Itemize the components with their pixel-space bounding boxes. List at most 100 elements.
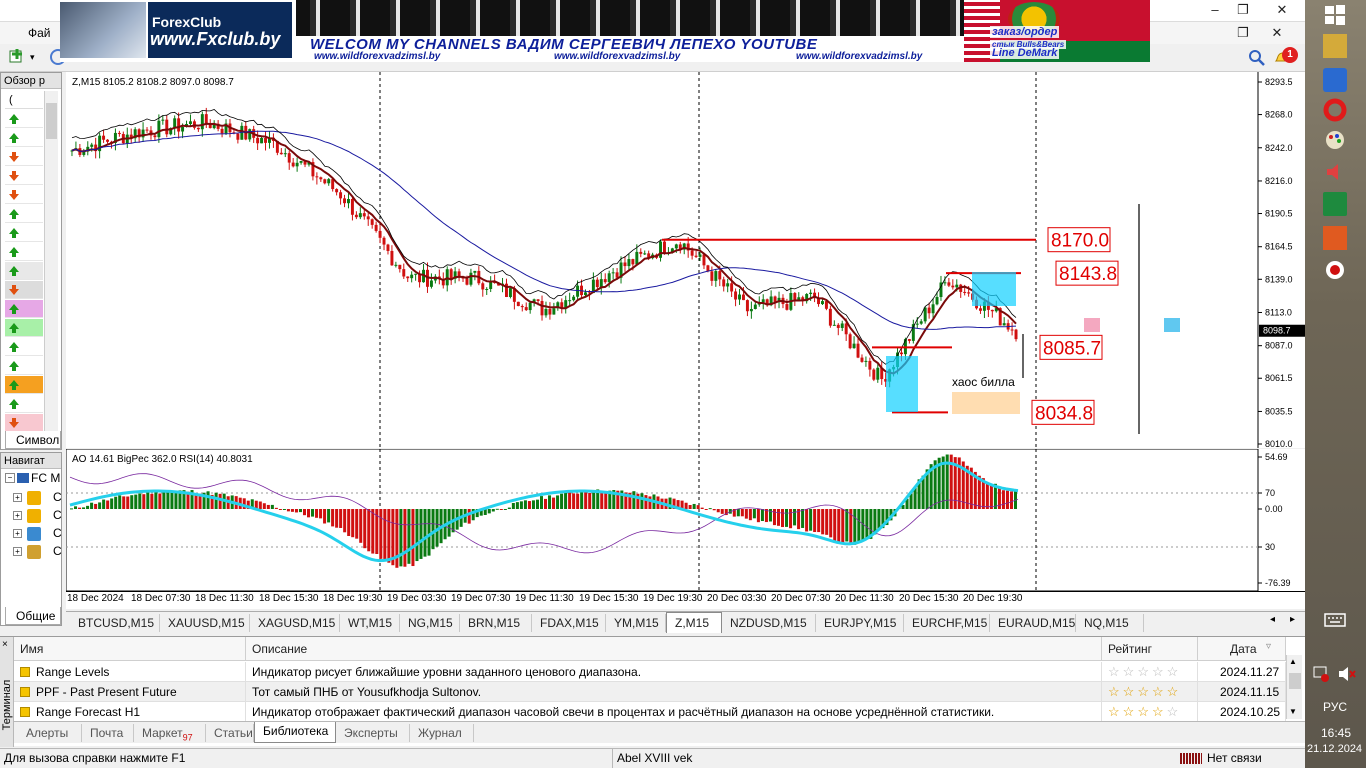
col-desc-header[interactable]: Описание (246, 637, 1102, 661)
terminal-tab[interactable]: Журнал (410, 724, 474, 742)
col-date-header[interactable]: Дата (1198, 637, 1286, 661)
navigator-item[interactable]: С (53, 526, 62, 540)
market-watch-row[interactable] (5, 148, 43, 166)
keyboard-icon[interactable] (1323, 608, 1347, 632)
scroll-up-icon[interactable]: ▲ (1289, 657, 1297, 666)
symbol-tab[interactable]: EURJPY,M15 (816, 614, 904, 632)
market-watch-row[interactable] (5, 243, 43, 261)
market-watch-row[interactable] (5, 110, 43, 128)
col-rating-header[interactable]: Рейтинг (1102, 637, 1198, 661)
symbol-tab[interactable]: YM,M15 (606, 614, 666, 632)
rating-stars[interactable]: ☆☆☆☆☆ (1102, 662, 1198, 682)
symbol-tab[interactable]: WT,M15 (340, 614, 400, 632)
main-price-chart[interactable]: 8293.5 8268.0 8242.0 8216.0 8190.5 8164.5 8139… (66, 72, 1305, 448)
market-watch-col-header[interactable]: ( (5, 91, 43, 109)
terminal-close-icon[interactable]: × (2, 639, 8, 650)
rating-stars[interactable]: ☆☆☆☆☆ (1102, 682, 1198, 702)
minimize-button[interactable]: – (1200, 0, 1230, 20)
market-watch-row[interactable] (5, 281, 43, 299)
clock-time[interactable]: 16:45 (1321, 726, 1351, 740)
library-row[interactable]: Range Levels Индикатор рисует ближайшие у… (14, 662, 1286, 682)
terminal-tab[interactable]: Библиотека (254, 722, 336, 743)
symbol-tab[interactable]: Z,M15 (666, 612, 722, 633)
symbol-tab[interactable]: FDAX,M15 (532, 614, 606, 632)
symbol-tab[interactable]: NZDUSD,M15 (722, 614, 816, 632)
tab-scroll-left-icon[interactable]: ◂ (1270, 614, 1275, 625)
market-watch-row[interactable] (5, 300, 43, 318)
library-item-name[interactable]: Range Levels (30, 662, 246, 682)
general-tab[interactable]: Общие (5, 607, 61, 625)
symbol-tab[interactable]: NG,M15 (400, 614, 460, 632)
child-restore-button[interactable]: ❐ (1228, 23, 1258, 43)
market-watch-row[interactable] (5, 262, 43, 280)
terminal-scrollbar[interactable]: ▲ ▼ (1286, 655, 1302, 719)
library-item-name[interactable]: PPF - Past Present Future (30, 682, 246, 702)
market-watch-row[interactable] (5, 319, 43, 337)
tree-expand-icon[interactable]: + (13, 547, 22, 556)
terminal-tab[interactable]: Маркет97 (134, 724, 206, 742)
symbol-tab[interactable]: XAUUSD,M15 (160, 614, 250, 632)
mt4-taskbar-icon[interactable] (1323, 226, 1347, 250)
market-watch-scrollbar[interactable] (44, 91, 58, 431)
symbol-tab[interactable]: BTCUSD,M15 (70, 614, 160, 632)
search-icon[interactable] (1248, 49, 1266, 67)
tree-expand-icon[interactable]: + (13, 529, 22, 538)
dropdown-arrow-icon[interactable]: ▾ (30, 52, 35, 63)
menu-file[interactable]: Фай (28, 26, 51, 40)
market-watch-row[interactable] (5, 186, 43, 204)
symbol-tab[interactable]: NQ,M15 (1076, 614, 1144, 632)
symbol-tab[interactable]: EURAUD,M15 (990, 614, 1076, 632)
record-icon[interactable] (1323, 258, 1347, 282)
symbols-tab[interactable]: Символ (5, 431, 61, 449)
terminal-tab[interactable]: Эксперты (336, 724, 410, 742)
navigator-item[interactable]: С (53, 544, 62, 558)
paint-icon[interactable] (1323, 128, 1347, 152)
navigator-root[interactable]: FC M (31, 471, 60, 485)
navigator-item[interactable]: С (53, 490, 62, 504)
library-item-name[interactable]: Range Forecast H1 (30, 702, 246, 722)
market-watch-row[interactable] (5, 167, 43, 185)
windows-start-icon[interactable] (1323, 4, 1347, 28)
volume-muted-icon[interactable] (1337, 664, 1357, 688)
scroll-thumb[interactable] (1289, 673, 1301, 689)
tab-scroll-right-icon[interactable]: ▸ (1290, 614, 1295, 625)
speaker-icon[interactable] (1323, 160, 1347, 184)
market-watch-row[interactable] (5, 395, 43, 413)
col-name-header[interactable]: Имя (14, 637, 246, 661)
restore-button[interactable]: ❐ (1228, 0, 1258, 20)
scroll-thumb[interactable] (46, 103, 57, 139)
ad-banner[interactable]: ForexClub www.Fxclub.by WELCOM MY CHANNE… (60, 0, 1150, 62)
tree-expand-icon[interactable]: + (13, 493, 22, 502)
rating-stars[interactable]: ☆☆☆☆☆ (1102, 702, 1198, 722)
symbol-tab[interactable]: XAGUSD,M15 (250, 614, 340, 632)
symbol-tab[interactable]: EURCHF,M15 (904, 614, 990, 632)
outlook-icon[interactable] (1323, 68, 1347, 92)
file-explorer-icon[interactable] (1323, 34, 1347, 58)
market-watch-row[interactable] (5, 414, 43, 432)
library-row[interactable]: Range Forecast H1 Индикатор отображает фа… (14, 702, 1286, 722)
child-close-button[interactable]: ✕ (1262, 23, 1292, 43)
market-watch-row[interactable] (5, 129, 43, 147)
market-watch-row[interactable] (5, 205, 43, 223)
network-offline-icon[interactable] (1311, 664, 1331, 688)
market-watch-row[interactable] (5, 224, 43, 242)
sort-icon[interactable]: ▿ (1266, 641, 1271, 652)
market-watch-row[interactable] (5, 357, 43, 375)
clock-date[interactable]: 21.12.2024 (1307, 743, 1362, 755)
language-indicator[interactable]: РУС (1323, 700, 1347, 714)
terminal-tab[interactable]: Алерты (18, 724, 82, 742)
library-row[interactable]: PPF - Past Present Future Тот самый ПНБ о… (14, 682, 1286, 702)
opera-icon[interactable] (1323, 98, 1347, 122)
navigator-item[interactable]: С (53, 508, 62, 522)
market-watch-row[interactable] (5, 338, 43, 356)
new-chart-icon[interactable] (8, 48, 26, 66)
tree-collapse-icon[interactable]: − (5, 473, 15, 483)
tree-expand-icon[interactable]: + (13, 511, 22, 520)
calculator-icon[interactable] (1323, 192, 1347, 216)
scroll-down-icon[interactable]: ▼ (1289, 707, 1297, 716)
symbol-tab[interactable]: BRN,M15 (460, 614, 532, 632)
oscillator-chart[interactable]: 54.69 70 0.00 30 -76.39 AO 14.61 BigPec 362.… (66, 449, 1305, 591)
terminal-tab[interactable]: Статьи (206, 724, 254, 742)
close-button[interactable]: ✕ (1262, 0, 1302, 20)
terminal-tab[interactable]: Почта (82, 724, 134, 742)
